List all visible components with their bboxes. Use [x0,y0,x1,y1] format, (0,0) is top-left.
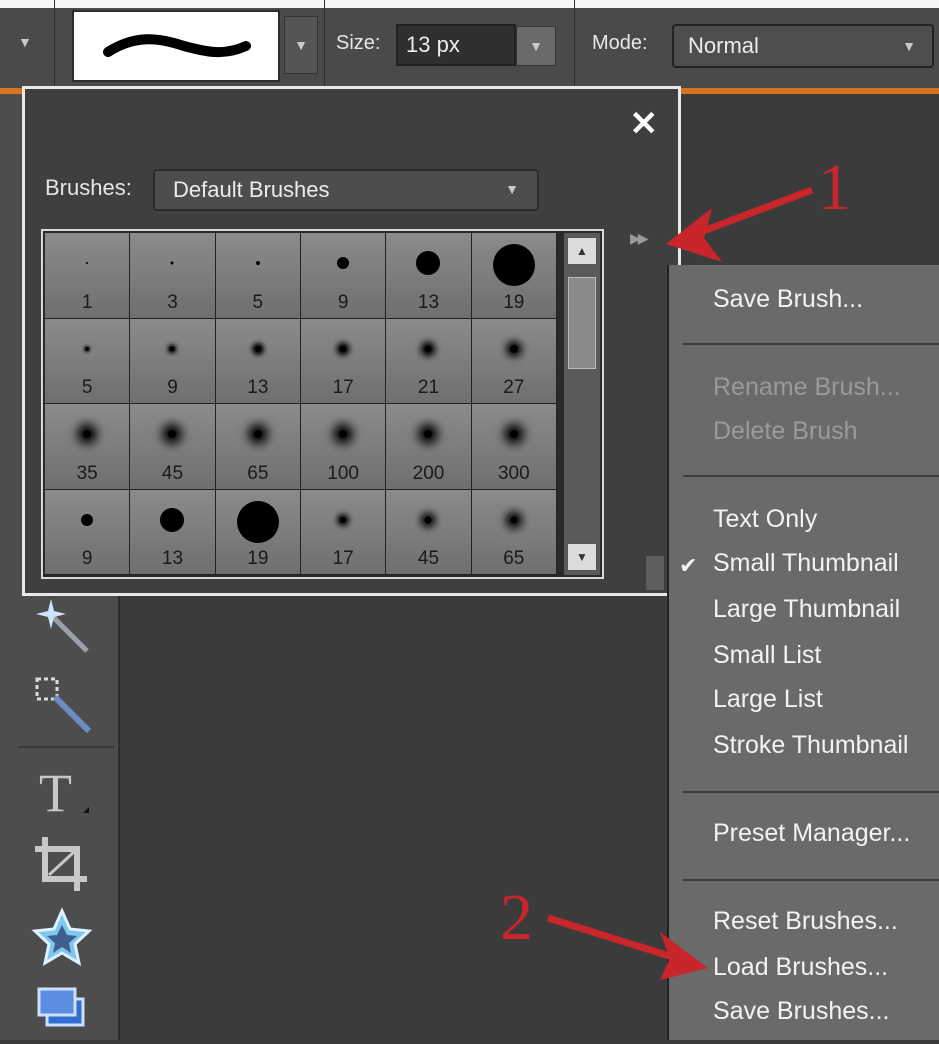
annotation-marker-2: 2 [500,881,533,954]
annotation-arrowhead-1 [666,208,722,262]
annotation-arrow-2 [546,914,678,962]
annotation-marker-1: 1 [818,151,851,224]
annotation-overlay [546,186,814,980]
